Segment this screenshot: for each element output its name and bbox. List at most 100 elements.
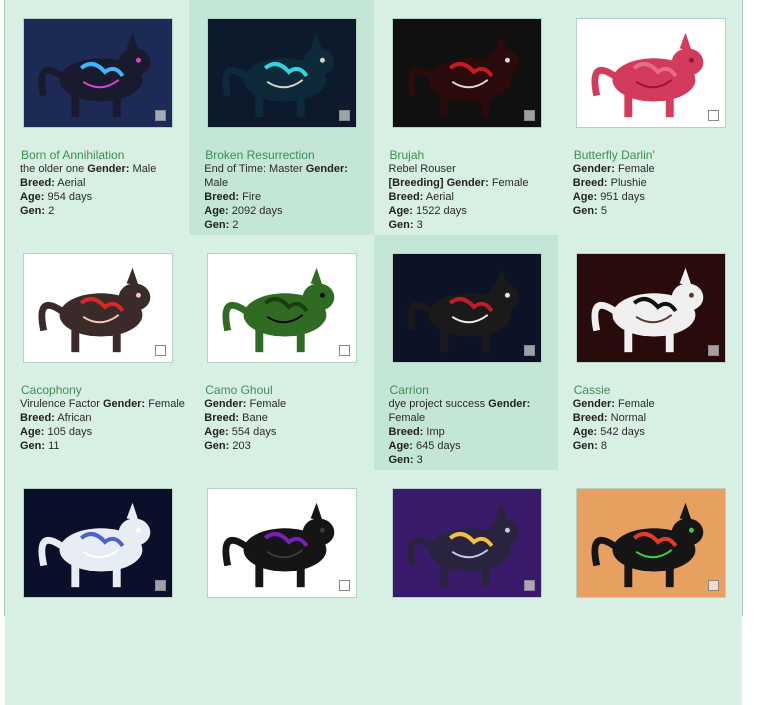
gen-value: 8 <box>600 440 607 452</box>
copyright-mark-icon <box>339 580 351 591</box>
age-value: 542 days <box>600 426 645 438</box>
age-value: 2092 days <box>231 205 283 217</box>
pet-breed-row: Breed: Bane <box>204 411 369 425</box>
copyright-mark-icon <box>155 110 166 121</box>
pet-image[interactable] <box>23 488 173 598</box>
pet-title-gender: Virulence Factor Gender: Female <box>20 397 185 411</box>
pet-card: Cassie Gender: Female Breed: Normal Age: 54… <box>557 235 742 470</box>
pet-name-link[interactable]: Cassie <box>574 383 611 397</box>
copyright-mark-icon <box>523 580 535 591</box>
gender-label: Gender: <box>488 398 531 410</box>
age-label: Age: <box>572 426 598 438</box>
pet-image[interactable] <box>575 488 726 598</box>
gen-value: 203 <box>232 440 251 452</box>
pet-card: Brujah Rebel Rouser [Breeding] Gender: Fem… <box>373 0 558 235</box>
pet-name-link[interactable]: Born of Annihilation <box>21 148 124 162</box>
breed-value: Normal <box>610 412 647 424</box>
pet-info: Gender: Female Breed: Normal Age: 542 days… <box>573 397 738 453</box>
pet-image[interactable] <box>23 18 173 128</box>
gender-label: Gender: <box>572 398 615 410</box>
breed-label: Breed: <box>572 412 608 424</box>
pet-breed-row: Breed: Normal <box>573 411 738 425</box>
pet-gen-row: Gen: 203 <box>204 439 369 453</box>
pet-title-gender: Gender: Female <box>204 397 369 411</box>
pet-gen-row: Gen: 2 <box>204 218 369 232</box>
pet-age-row: Age: 554 days <box>204 425 369 439</box>
pet-breed-row: Breed: Plushie <box>573 176 738 190</box>
pet-gen-row: Gen: 11 <box>20 439 185 453</box>
pet-gen-row: Gen: 3 <box>389 218 554 232</box>
pet-age-row: Age: 645 days <box>389 439 554 453</box>
breed-label: Breed: <box>20 177 55 189</box>
pet-image[interactable] <box>207 18 358 128</box>
gen-label: Gen: <box>388 219 414 231</box>
gender-value: Male <box>132 163 157 175</box>
pet-image[interactable] <box>575 253 726 363</box>
pet-gen-row: Gen: 2 <box>20 204 185 218</box>
gen-label: Gen: <box>388 454 414 466</box>
pet-title: Rebel Rouser <box>388 163 456 175</box>
pet-image[interactable] <box>391 253 542 363</box>
age-value: 645 days <box>416 440 461 452</box>
copyright-mark-icon <box>523 345 535 356</box>
gen-value: 3 <box>416 454 423 466</box>
pet-info: dye project success Gender: Female Breed:… <box>389 397 554 467</box>
age-value: 951 days <box>600 191 645 203</box>
age-value: 1522 days <box>416 205 467 217</box>
pet-name-link[interactable]: Cacophony <box>21 383 82 397</box>
pet-gen-row: Gen: 3 <box>389 453 554 467</box>
breed-label: Breed: <box>388 191 424 203</box>
age-label: Age: <box>572 191 598 203</box>
pet-title: dye project success <box>388 398 486 410</box>
age-value: 554 days <box>231 426 277 438</box>
gender-value: Female <box>388 412 426 424</box>
pet-info: End of Time: Master Gender: Male Breed: F… <box>204 162 369 232</box>
pet-breed-row: Breed: Aerial <box>389 190 554 204</box>
pet-title: the older one <box>20 163 85 175</box>
pet-age-row: Age: 542 days <box>573 425 738 439</box>
pet-age-row: Age: 954 days <box>20 190 185 204</box>
pet-age-row: Age: 2092 days <box>204 204 369 218</box>
pet-name-link[interactable]: Broken Resurrection <box>205 148 314 162</box>
breed-value: Aerial <box>425 191 454 203</box>
gender-value: Female <box>618 163 655 175</box>
breed-label: Breed: <box>388 426 424 438</box>
pet-breed-row: Breed: Aerial <box>20 176 185 190</box>
age-value: 954 days <box>47 191 93 203</box>
age-label: Age: <box>20 426 45 438</box>
age-value: 105 days <box>47 426 93 438</box>
pet-image[interactable] <box>575 18 726 128</box>
breed-value: Plushie <box>610 177 647 189</box>
gender-label: Gender: <box>572 163 615 175</box>
gen-value: 2 <box>232 219 239 231</box>
gender-label: Gender: <box>204 398 247 410</box>
gen-value: 5 <box>600 205 607 217</box>
pet-image[interactable] <box>391 488 542 598</box>
pet-name-link[interactable]: Brujah <box>390 148 425 162</box>
pet-name-link[interactable]: Butterfly Darlin' <box>574 148 655 162</box>
pet-title: End of Time: Master <box>204 163 303 175</box>
pet-title: Virulence Factor <box>20 398 100 410</box>
pet-image[interactable] <box>207 253 358 363</box>
breed-label: Breed: <box>572 177 608 189</box>
pet-name-link[interactable]: Carrion <box>390 383 429 397</box>
pet-image[interactable] <box>391 18 542 128</box>
breed-label: Breed: <box>20 412 55 424</box>
pet-image[interactable] <box>207 488 358 598</box>
breed-label: Breed: <box>204 412 240 424</box>
copyright-mark-icon <box>339 110 351 121</box>
pet-info: Gender: Female Breed: Bane Age: 554 days Ge… <box>204 397 369 453</box>
gender-label: Gender: <box>102 398 146 410</box>
age-label: Age: <box>204 205 229 217</box>
pet-info: the older one Gender: Male Breed: Aerial A… <box>20 162 185 218</box>
gender-label: Gender: <box>446 177 489 189</box>
pet-card: Camo Ghoul Gender: Female Breed: Bane Age: … <box>189 235 374 470</box>
pet-image[interactable] <box>23 253 173 363</box>
gen-label: Gen: <box>204 219 230 231</box>
pet-card <box>5 470 190 705</box>
pet-card: Broken Resurrection End of Time: Master G… <box>189 0 374 235</box>
pet-card <box>373 470 558 705</box>
pet-name-link[interactable]: Camo Ghoul <box>205 383 272 397</box>
pet-age-row: Age: 105 days <box>20 425 185 439</box>
pet-breeding-tag: [Breeding] <box>388 177 444 189</box>
